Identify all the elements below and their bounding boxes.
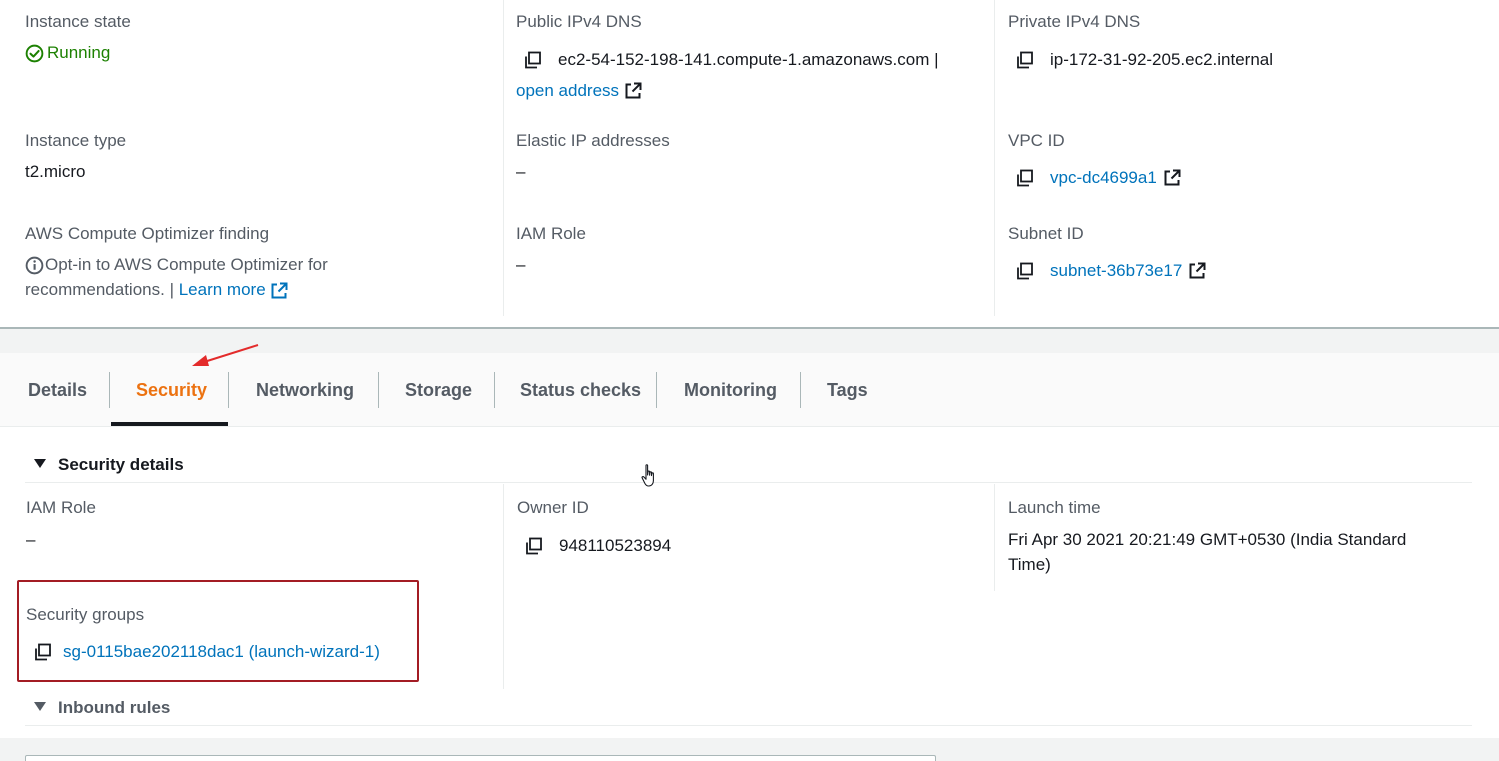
optimizer-text-line2: recommendations. | Learn more <box>25 280 288 300</box>
instance-summary: Instance state Running Instance type t2.… <box>0 0 1499 328</box>
elastic-ip-label: Elastic IP addresses <box>516 131 670 150</box>
optimizer-text-cont: recommendations. | <box>25 280 174 299</box>
instance-state-text: Running <box>47 43 111 62</box>
optimizer-label: AWS Compute Optimizer finding <box>25 224 270 243</box>
external-link-icon[interactable] <box>1188 262 1206 280</box>
learn-more-link[interactable]: Learn more <box>179 280 288 299</box>
tab-separator <box>494 372 495 408</box>
elastic-ip-value: – <box>516 162 526 181</box>
launch-time-line2: Time) <box>1008 555 1051 574</box>
annotation-arrow-icon <box>192 344 259 366</box>
iam-role-value: – <box>516 255 526 274</box>
active-tab-indicator <box>111 422 228 426</box>
iam-role-label: IAM Role <box>516 224 586 243</box>
info-icon <box>25 256 44 274</box>
tab-separator <box>378 372 379 408</box>
copy-icon[interactable] <box>1016 51 1034 69</box>
public-dns-value: ec2-54-152-198-141.compute-1.amazonaws.c… <box>524 50 939 70</box>
column-divider <box>503 484 504 689</box>
subnet-id-value: subnet-36b73e17 <box>1016 261 1206 281</box>
vpc-id-value: vpc-dc4699a1 <box>1016 168 1181 188</box>
owner-id-text: 948110523894 <box>559 536 672 555</box>
vpc-id-label: VPC ID <box>1008 131 1065 150</box>
tab-separator <box>656 372 657 408</box>
open-address-link[interactable]: open address <box>516 81 642 101</box>
public-dns-text: ec2-54-152-198-141.compute-1.amazonaws.c… <box>558 50 939 69</box>
inbound-rules-header[interactable]: Inbound rules <box>34 698 170 718</box>
tab-status-checks[interactable]: Status checks <box>520 353 641 427</box>
copy-icon[interactable] <box>524 51 542 69</box>
optimizer-text: Opt-in to AWS Compute Optimizer for <box>45 255 328 274</box>
instance-state-value: Running <box>25 43 110 63</box>
inbound-rules-title: Inbound rules <box>58 698 171 717</box>
owner-id-label: Owner ID <box>517 498 589 517</box>
hand-cursor-icon <box>641 464 654 487</box>
column-divider <box>994 0 995 316</box>
copy-icon[interactable] <box>525 537 543 555</box>
security-details-header[interactable]: Security details <box>34 455 184 475</box>
copy-icon[interactable] <box>1016 262 1034 280</box>
section-rule <box>25 482 1472 483</box>
private-dns-text: ip-172-31-92-205.ec2.internal <box>1050 50 1274 69</box>
tab-networking[interactable]: Networking <box>256 353 354 427</box>
status-ok-icon <box>25 44 44 62</box>
instance-type-label: Instance type <box>25 131 127 150</box>
learn-more-text: Learn more <box>178 280 266 299</box>
private-dns-value: ip-172-31-92-205.ec2.internal <box>1016 50 1273 70</box>
column-divider <box>994 484 995 591</box>
tab-tags[interactable]: Tags <box>827 353 868 427</box>
subnet-id-link[interactable]: subnet-36b73e17 <box>1050 261 1182 281</box>
instance-type-value: t2.micro <box>25 162 86 181</box>
external-link-icon <box>625 82 642 99</box>
column-divider <box>503 0 504 316</box>
launch-time-line1: Fri Apr 30 2021 20:21:49 GMT+0530 (India… <box>1008 530 1407 549</box>
section-rule <box>25 725 1472 726</box>
vpc-id-link[interactable]: vpc-dc4699a1 <box>1050 168 1157 188</box>
tab-details[interactable]: Details <box>28 353 87 427</box>
copy-icon[interactable] <box>1016 169 1034 187</box>
caret-down-icon <box>34 459 46 468</box>
launch-time-label: Launch time <box>1008 498 1101 517</box>
public-dns-label: Public IPv4 DNS <box>516 12 642 31</box>
instance-state-label: Instance state <box>25 12 131 31</box>
tab-monitoring[interactable]: Monitoring <box>684 353 777 427</box>
owner-id-value: 948110523894 <box>525 536 671 556</box>
external-link-icon[interactable] <box>1163 169 1181 187</box>
annotation-highlight-box <box>17 580 419 682</box>
external-link-icon <box>271 282 288 299</box>
optimizer-text-line1: Opt-in to AWS Compute Optimizer for <box>25 255 328 275</box>
sec-iam-role-value: – <box>26 530 36 549</box>
tab-separator <box>800 372 801 408</box>
security-details-title: Security details <box>58 455 184 474</box>
tab-separator <box>109 372 110 408</box>
sec-iam-role-label: IAM Role <box>26 498 96 517</box>
caret-down-icon <box>34 702 46 711</box>
tab-separator <box>228 372 229 408</box>
tab-storage[interactable]: Storage <box>405 353 472 427</box>
open-address-text: open address <box>516 81 620 100</box>
subnet-id-label: Subnet ID <box>1008 224 1084 243</box>
inbound-rules-filter-input[interactable] <box>25 755 936 761</box>
private-dns-label: Private IPv4 DNS <box>1008 12 1141 31</box>
